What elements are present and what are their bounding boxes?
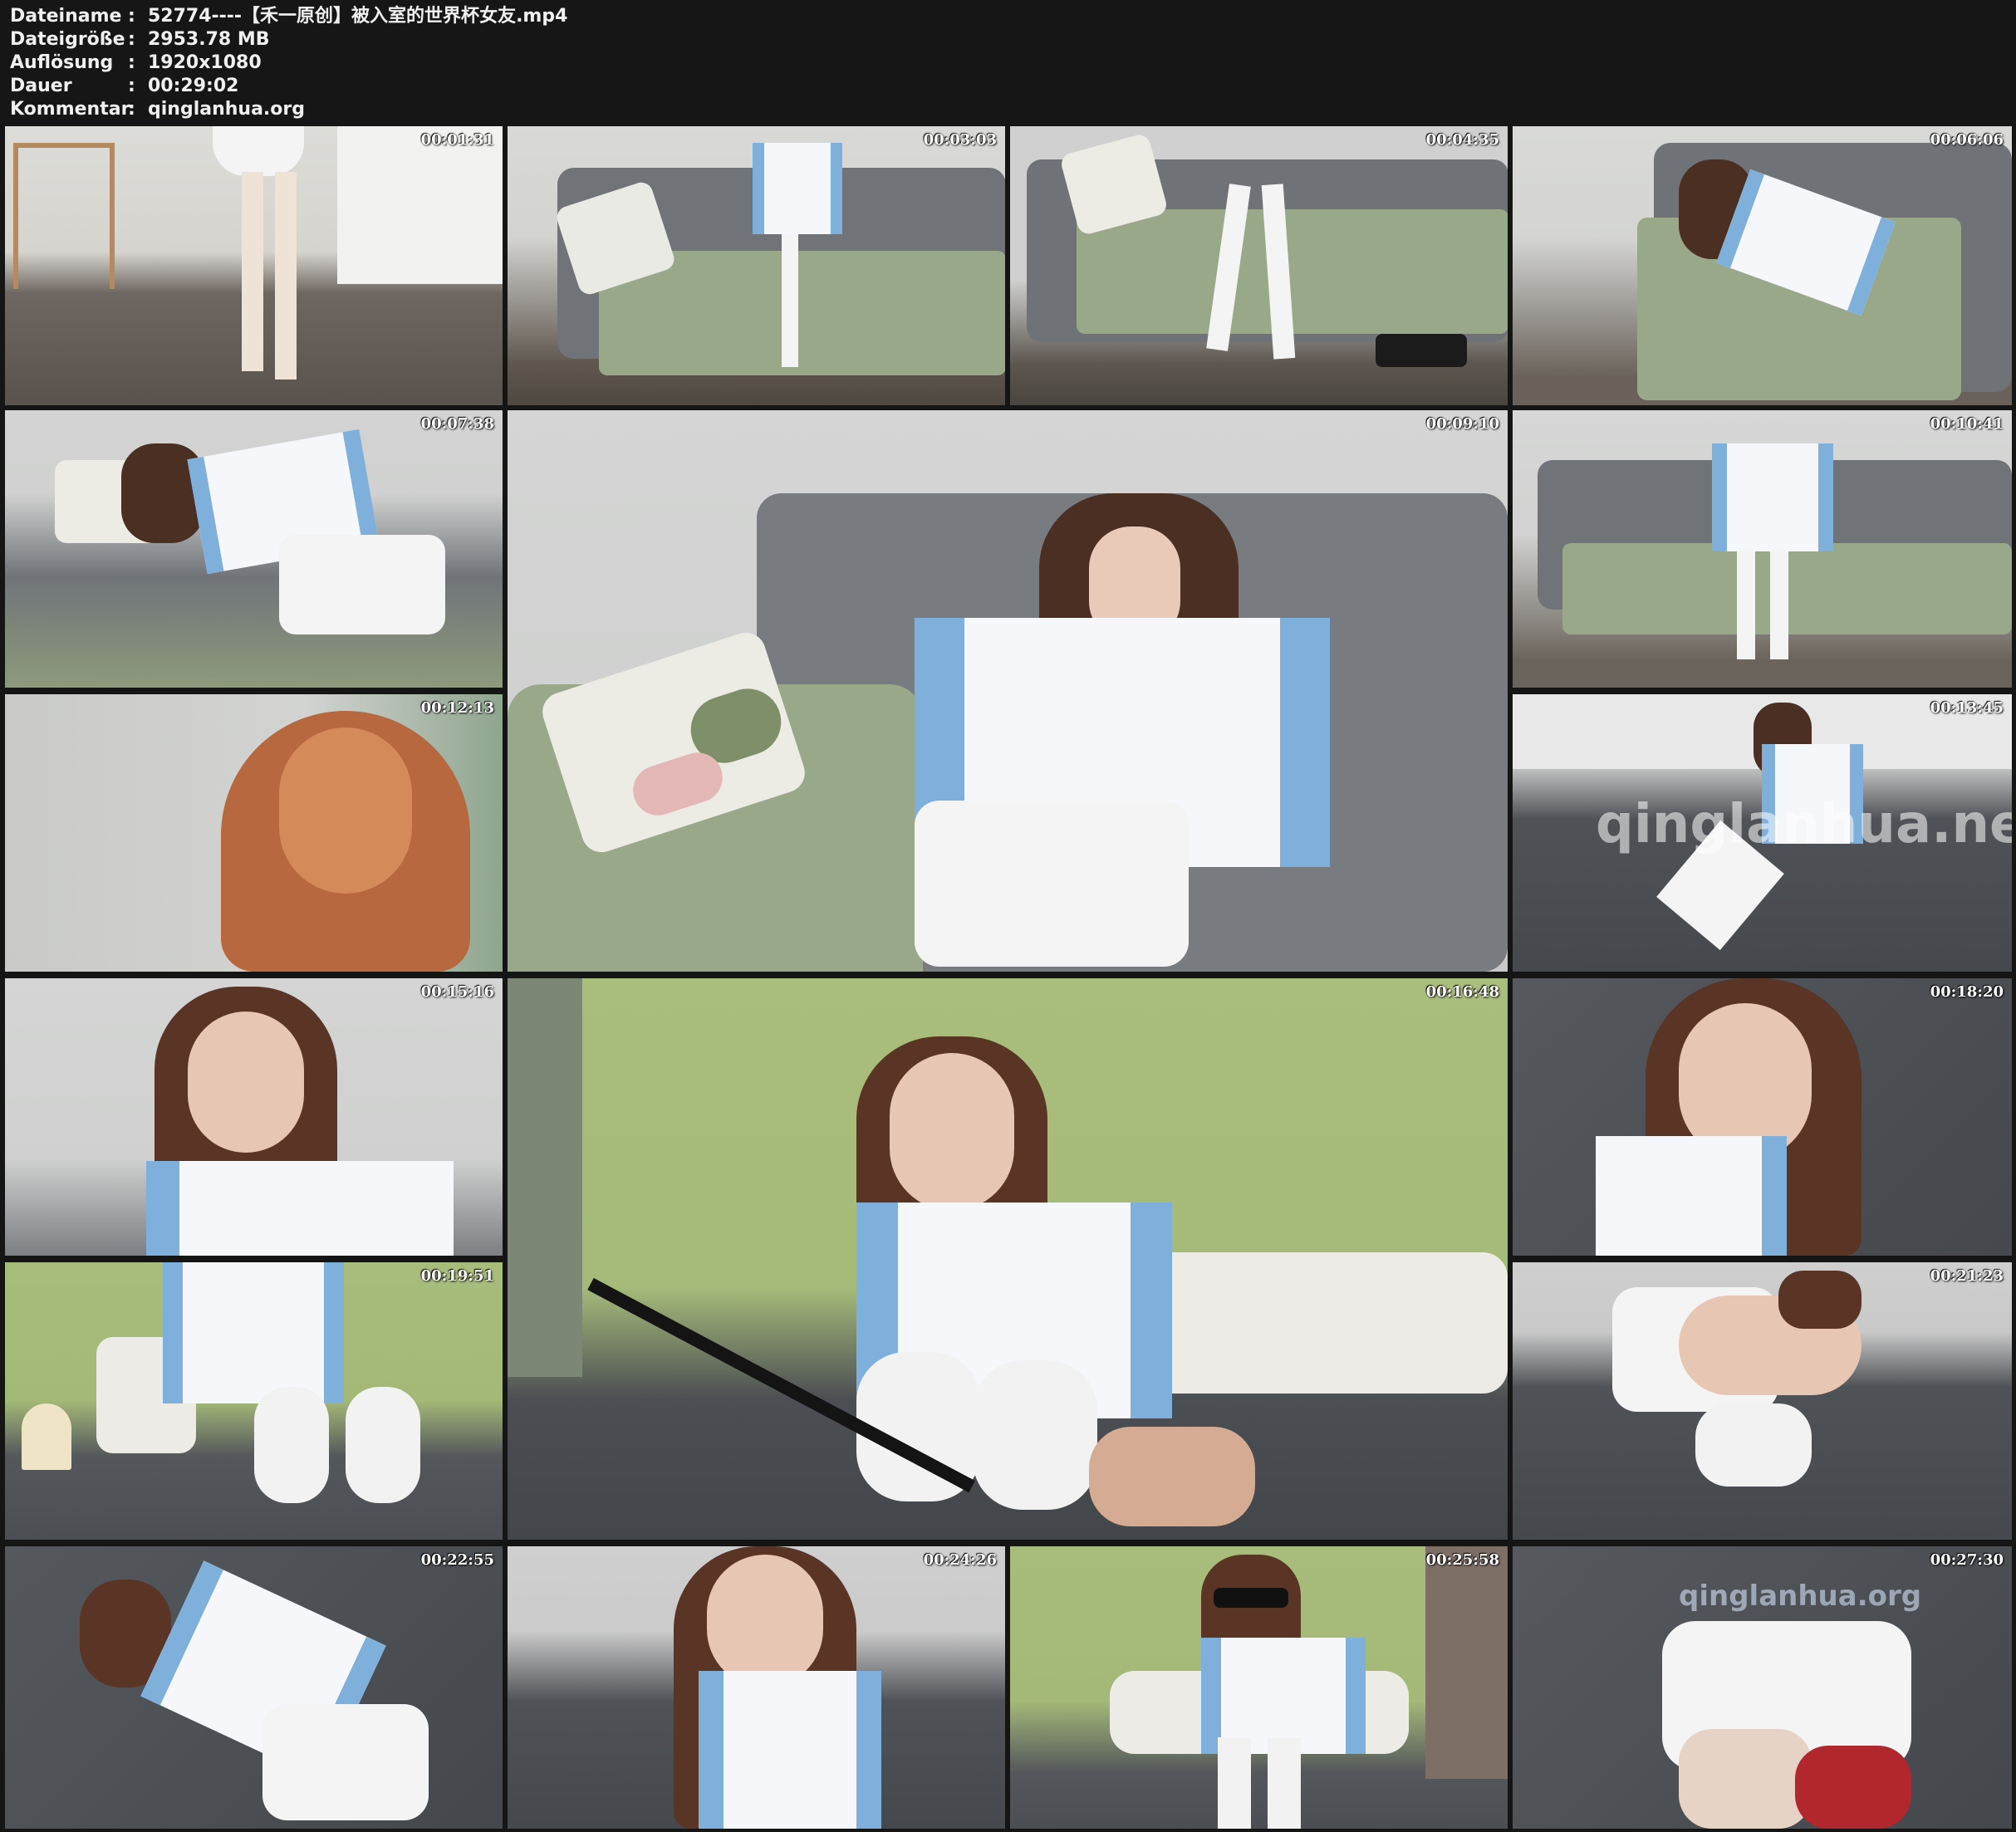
timestamp: 00:22:55 <box>420 1551 494 1569</box>
info-label: Auflösung <box>10 52 114 73</box>
sock-shape <box>1737 551 1755 659</box>
thumbnail[interactable]: 00:19:51 <box>5 1262 503 1540</box>
cabinet-shape <box>337 126 503 284</box>
timestamp: 00:19:51 <box>420 1267 494 1285</box>
info-separator: : <box>128 6 135 27</box>
jersey-shape <box>146 1161 454 1256</box>
thumbnail[interactable]: qinglanhua.org 00:27:30 <box>1513 1546 2012 1829</box>
timestamp: 00:15:16 <box>420 983 494 1001</box>
leg-shape <box>275 172 297 380</box>
skirt-shape <box>279 535 445 634</box>
thumbnail[interactable]: 00:22:55 <box>5 1546 503 1829</box>
face-shape <box>188 1012 304 1153</box>
thumbnail[interactable]: qinglanhua.net 00:13:45 <box>1513 694 2012 972</box>
info-label: Dateiname <box>10 6 122 27</box>
jersey-shape <box>1596 1136 1787 1256</box>
hand-shape <box>1089 1427 1255 1526</box>
timestamp: 00:07:38 <box>420 415 494 433</box>
sock-shape <box>1268 1737 1301 1829</box>
info-label: Kommentar <box>10 99 130 120</box>
contact-sheet: Dateiname : 52774----【禾一原创】被入室的世界杯女友.mp4… <box>0 0 2016 1832</box>
thumbnail[interactable]: 00:24:26 <box>508 1546 1005 1829</box>
timestamp: 00:10:41 <box>1930 415 2004 433</box>
thumbnail[interactable]: 00:06:06 <box>1513 126 2012 405</box>
jersey-shape <box>1712 443 1833 551</box>
sock-shape <box>973 1360 1097 1510</box>
thumbnail[interactable]: 00:01:31 <box>5 126 503 405</box>
rope-shape <box>1795 1746 1911 1829</box>
sock-shape <box>1218 1737 1251 1829</box>
timestamp: 00:04:35 <box>1425 131 1499 149</box>
info-value: 00:29:02 <box>148 76 239 96</box>
info-value: 2953.78 MB <box>148 29 270 50</box>
thumbnail[interactable]: 00:10:41 <box>1513 410 2012 688</box>
timestamp: 00:24:26 <box>923 1551 997 1569</box>
timestamp: 00:25:58 <box>1425 1551 1499 1569</box>
shelf-shape <box>1425 1546 1508 1779</box>
watermark: qinglanhua.org <box>1679 1580 1922 1613</box>
leg-shape <box>1679 1729 1812 1829</box>
jersey-shape <box>753 143 842 234</box>
sock-shape <box>346 1387 420 1503</box>
timestamp: 00:12:13 <box>420 699 494 717</box>
thumbnail[interactable]: 00:03:03 <box>508 126 1005 405</box>
jersey-shape <box>163 1262 344 1403</box>
sock-shape <box>1695 1403 1812 1487</box>
info-label: Dauer <box>10 76 72 96</box>
shoe-shape <box>1376 334 1467 367</box>
timestamp: 00:13:45 <box>1930 699 2004 717</box>
info-value: qinglanhua.org <box>148 99 305 120</box>
thumbnail-large[interactable]: 00:16:48 <box>508 978 1508 1540</box>
thumbnail[interactable]: 00:21:23 <box>1513 1262 2012 1540</box>
timestamp: 00:27:30 <box>1930 1551 2004 1569</box>
chair-shape <box>13 143 115 289</box>
info-separator: : <box>128 99 135 120</box>
leg-shape <box>242 172 263 371</box>
sock-shape <box>782 234 798 367</box>
curtain-shape <box>508 978 582 1377</box>
info-separator: : <box>128 76 135 96</box>
timestamp: 00:16:48 <box>1425 983 1499 1001</box>
timestamp: 00:18:20 <box>1930 983 2004 1001</box>
lamp-shape <box>22 1403 71 1470</box>
info-separator: : <box>128 52 135 73</box>
hair-shape <box>1778 1271 1861 1329</box>
thumbnail-grid: 00:01:31 00:03:03 00:04:35 00:06:06 00:0… <box>5 126 2012 1829</box>
jersey-shape <box>699 1671 881 1829</box>
sock-shape <box>1770 551 1788 659</box>
sock-shape <box>254 1387 329 1503</box>
thumbnail[interactable]: 00:12:13 <box>5 694 503 972</box>
timestamp: 00:21:23 <box>1930 1267 2004 1285</box>
face-shape <box>890 1053 1014 1211</box>
blindfold-shape <box>1214 1588 1288 1608</box>
skirt-shape <box>213 126 304 176</box>
jersey-shape <box>1201 1638 1366 1754</box>
thumbnail[interactable]: 00:15:16 <box>5 978 503 1256</box>
thumbnail[interactable]: 00:18:20 <box>1513 978 2012 1256</box>
thumbnail[interactable]: 00:07:38 <box>5 410 503 688</box>
skirt-shape <box>915 801 1189 967</box>
timestamp: 00:01:31 <box>420 131 494 149</box>
timestamp: 00:03:03 <box>923 131 997 149</box>
hair-highlight-shape <box>279 727 412 894</box>
file-info-header: Dateiname : 52774----【禾一原创】被入室的世界杯女友.mp4… <box>0 0 2016 125</box>
timestamp: 00:06:06 <box>1930 131 2004 149</box>
info-separator: : <box>128 29 135 50</box>
thumbnail[interactable]: 00:25:58 <box>1010 1546 1508 1829</box>
thumbnail[interactable]: 00:04:35 <box>1010 126 1508 405</box>
thumbnail-large[interactable]: 00:09:10 <box>508 410 1508 972</box>
skirt-shape <box>262 1704 429 1820</box>
info-label: Dateigröße <box>10 29 125 50</box>
timestamp: 00:09:10 <box>1425 415 1499 433</box>
info-value: 1920x1080 <box>148 52 262 73</box>
info-value: 52774----【禾一原创】被入室的世界杯女友.mp4 <box>148 6 568 27</box>
watermark: qinglanhua.net <box>1596 794 2012 855</box>
face-shape <box>707 1555 823 1687</box>
